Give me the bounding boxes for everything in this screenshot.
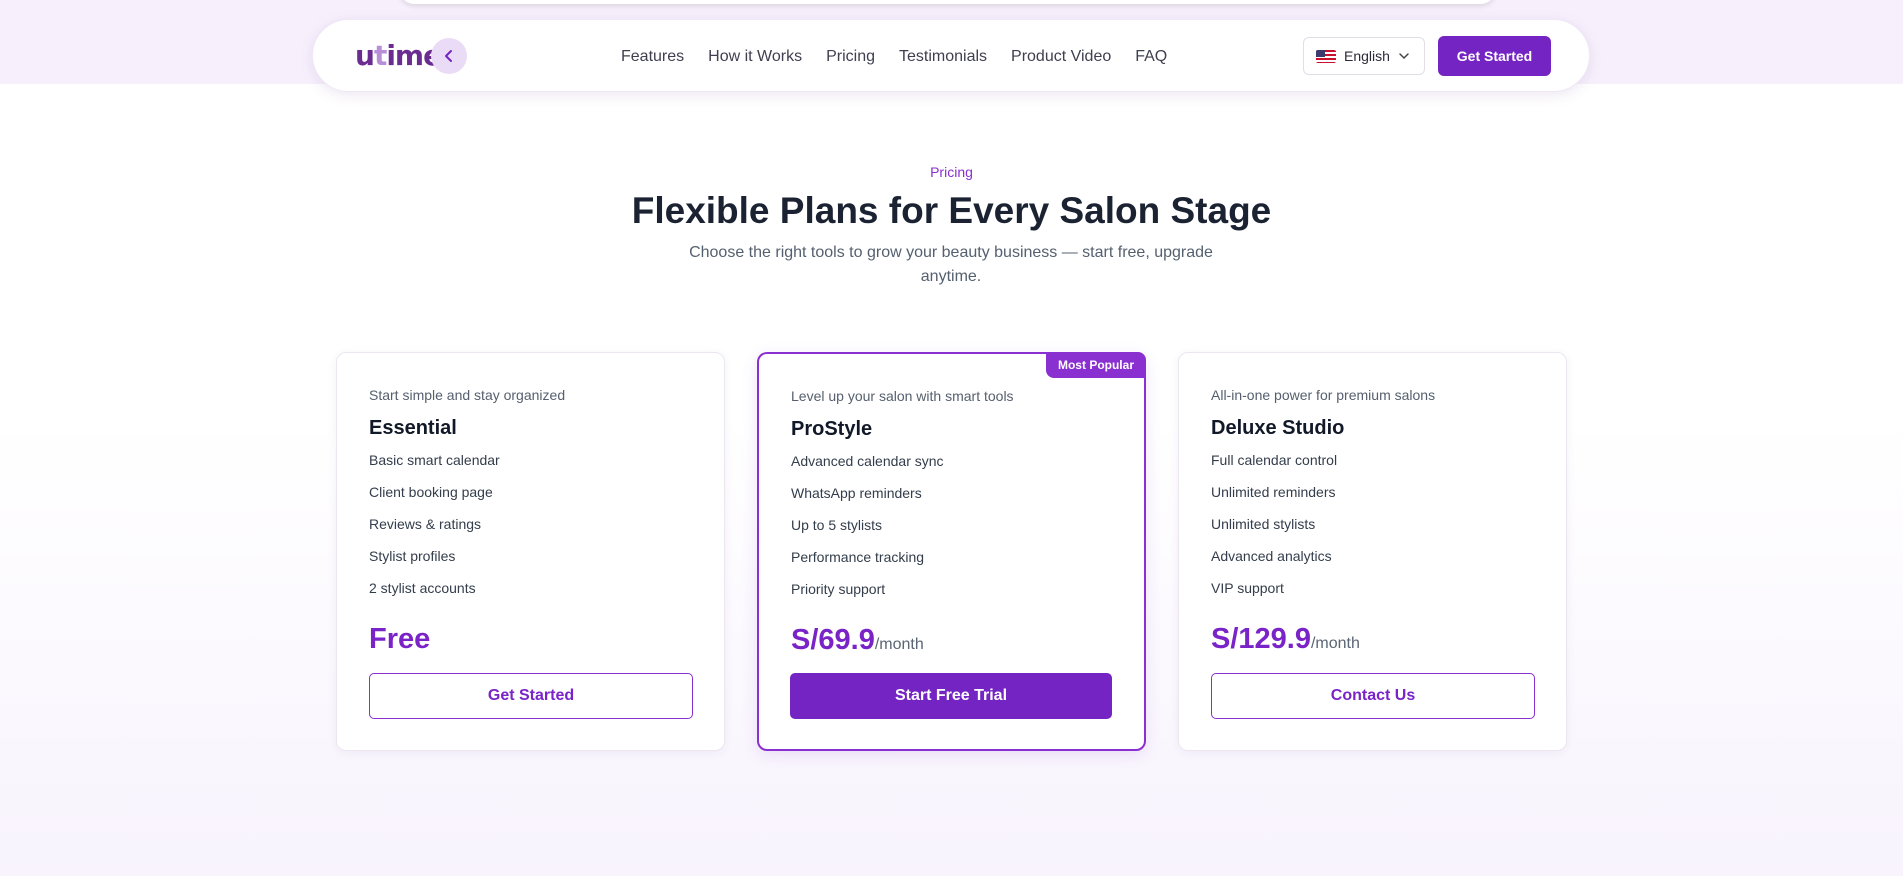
plan-name: Essential — [369, 417, 457, 439]
feature-item: Stylist profiles — [369, 548, 456, 564]
chevron-down-icon — [1399, 53, 1409, 60]
nav-link-product-video[interactable]: Product Video — [1011, 48, 1111, 66]
plan-tagline: Start simple and stay organized — [369, 387, 566, 403]
top-edge-bar — [400, 0, 1495, 4]
language-select[interactable]: English — [1303, 37, 1425, 75]
get-started-button[interactable]: Get Started — [1438, 36, 1551, 76]
feature-item: Performance tracking — [791, 549, 925, 565]
plan-card-deluxe-studio: All-in-one power for premium salons Delu… — [1178, 352, 1567, 751]
contact-us-button[interactable]: Contact Us — [1211, 673, 1535, 719]
feature-item: Reviews & ratings — [369, 516, 482, 532]
feature-item: VIP support — [1211, 580, 1284, 596]
section-title: Flexible Plans for Every Salon Stage — [631, 190, 1272, 231]
price-amount: S/69.9 — [791, 624, 875, 656]
plan-name: Deluxe Studio — [1211, 417, 1345, 439]
plan-card-essential: Start simple and stay organized Essentia… — [336, 352, 725, 751]
feature-item: Advanced calendar sync — [791, 453, 944, 469]
back-button[interactable] — [431, 38, 467, 74]
plan-price: S/129.9/month — [1211, 623, 1360, 656]
feature-item: Priority support — [791, 581, 886, 597]
plan-price: S/69.9/month — [791, 624, 924, 657]
chevron-left-icon — [445, 50, 452, 62]
logo-t: t — [373, 39, 387, 72]
plan-card-prostyle: Most Popular Level up your salon with sm… — [757, 352, 1146, 751]
price-amount: Free — [369, 623, 431, 655]
price-period: /month — [874, 636, 924, 653]
price-amount: S/129.9 — [1211, 623, 1311, 655]
plan-features: Basic smart calendar Client booking page… — [369, 451, 500, 611]
navbar: utime Features How it Works Pricing Test… — [312, 19, 1590, 92]
nav-link-pricing[interactable]: Pricing — [826, 48, 875, 66]
nav-link-faq[interactable]: FAQ — [1135, 48, 1167, 66]
nav-link-how-it-works[interactable]: How it Works — [708, 48, 802, 66]
nav-links: Features How it Works Pricing Testimonia… — [621, 20, 1167, 93]
most-popular-badge: Most Popular — [1045, 352, 1146, 378]
logo-prefix: u — [355, 39, 375, 72]
feature-item: 2 stylist accounts — [369, 580, 476, 596]
logo[interactable]: utime — [355, 36, 442, 76]
feature-item: Client booking page — [369, 484, 493, 500]
plan-features: Full calendar control Unlimited reminder… — [1211, 451, 1337, 611]
plan-price: Free — [369, 623, 430, 656]
plan-tagline: Level up your salon with smart tools — [791, 388, 1014, 404]
feature-item: Advanced analytics — [1211, 548, 1332, 564]
nav-link-testimonials[interactable]: Testimonials — [899, 48, 987, 66]
start-free-trial-button[interactable]: Start Free Trial — [790, 673, 1112, 719]
us-flag-icon — [1316, 49, 1336, 63]
feature-item: Basic smart calendar — [369, 452, 500, 468]
price-period: /month — [1310, 635, 1360, 652]
language-label: English — [1344, 48, 1390, 64]
feature-item: WhatsApp reminders — [791, 485, 922, 501]
get-started-plan-button[interactable]: Get Started — [369, 673, 693, 719]
feature-item: Full calendar control — [1211, 452, 1338, 468]
plan-features: Advanced calendar sync WhatsApp reminder… — [791, 452, 944, 612]
plan-tagline: All-in-one power for premium salons — [1211, 387, 1436, 403]
feature-item: Up to 5 stylists — [791, 517, 883, 533]
section-eyebrow: Pricing — [930, 164, 973, 180]
plan-name: ProStyle — [791, 418, 873, 440]
feature-item: Unlimited reminders — [1211, 484, 1336, 500]
section-subtitle: Choose the right tools to grow your beau… — [689, 244, 1213, 285]
feature-item: Unlimited stylists — [1211, 516, 1316, 532]
nav-link-features[interactable]: Features — [621, 48, 684, 66]
